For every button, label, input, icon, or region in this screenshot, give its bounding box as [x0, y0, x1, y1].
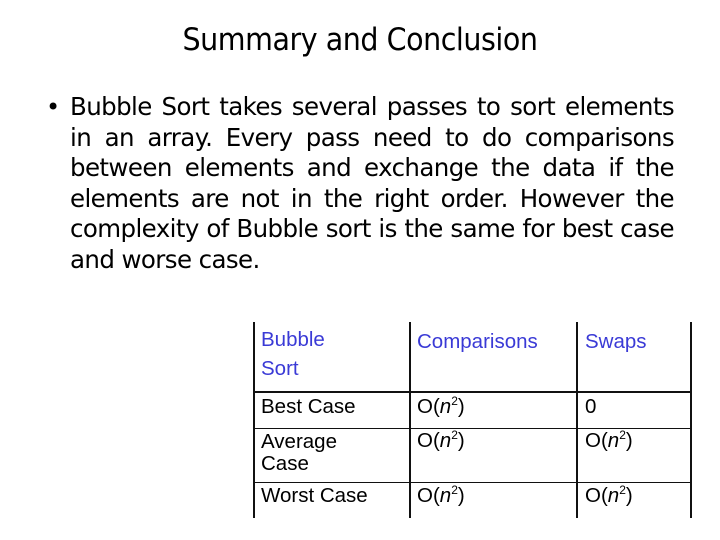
table-header-bubble-sort: Bubble Sort — [261, 328, 325, 380]
table-border-col1 — [409, 322, 411, 518]
table-row-separator — [253, 482, 692, 483]
bullet-text: Bubble Sort takes several passes to sort… — [70, 92, 675, 274]
table-border-right — [690, 322, 692, 518]
table-border-col2 — [576, 322, 578, 518]
slide-title: Summary and Conclusion — [182, 22, 538, 58]
table-cell-comparisons: O(n2) — [417, 483, 465, 507]
table-header-separator — [253, 391, 692, 393]
table-cell-swaps: O(n2) — [585, 483, 633, 507]
table-row-label: Best Case — [261, 395, 356, 418]
table-cell-comparisons: O(n2) — [417, 394, 465, 418]
table-border-left — [253, 322, 255, 518]
table-cell-swaps: 0 — [585, 395, 597, 418]
table-row-label: Worst Case — [261, 484, 368, 507]
table-cell-comparisons: O(n2) — [417, 428, 465, 452]
bullet-marker: • — [46, 93, 61, 121]
complexity-table: Bubble Sort Comparisons Swaps Best Case O… — [253, 322, 692, 518]
table-row-label: Average Case — [261, 430, 337, 475]
table-cell-swaps: O(n2) — [585, 428, 633, 452]
table-header-swaps: Swaps — [585, 330, 647, 353]
table-header-comparisons: Comparisons — [417, 330, 538, 353]
